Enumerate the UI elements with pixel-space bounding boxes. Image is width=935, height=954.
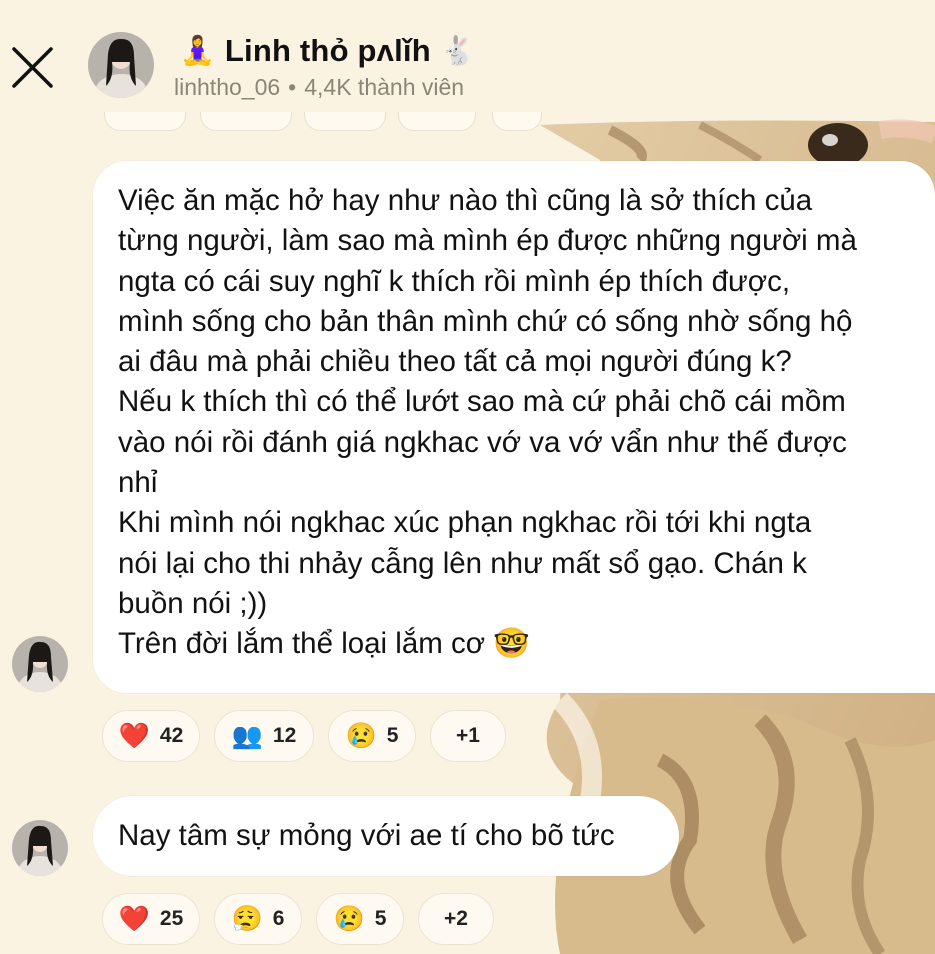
message-text: Việc ăn mặc hở hay như nào thì cũng là s…: [118, 184, 857, 661]
reaction-count: 42: [159, 724, 184, 747]
close-button[interactable]: [10, 44, 56, 90]
reaction-pill[interactable]: 😢 5: [316, 893, 404, 945]
crying-face-icon: 😢: [333, 904, 365, 933]
message-text: Nay tâm sự mỏng với ae tí cho bõ tức: [118, 819, 615, 852]
reaction-count: +2: [444, 907, 468, 930]
heart-icon: ❤️: [118, 721, 150, 750]
reaction-count: 5: [374, 907, 387, 930]
channel-title-row: 🧘‍♀️ Linh thỏ pʌlǐh 🐇: [180, 30, 476, 72]
channel-username: linhtho_06: [174, 74, 281, 100]
reaction-count: 6: [272, 907, 285, 930]
reaction-bar: ❤️ 25 😮‍💨 6 😢 5 +2: [102, 893, 494, 945]
reaction-count: 12: [272, 724, 297, 747]
rabbit-emoji-icon: 🐇: [440, 35, 476, 66]
reaction-pill[interactable]: 👥 12: [214, 710, 314, 762]
reaction-count: 25: [159, 907, 184, 930]
reaction-bar: ❤️ 42 👥 12 😢 5 +1: [102, 710, 506, 762]
reaction-count: +1: [456, 724, 480, 747]
separator-dot: •: [288, 74, 297, 100]
sender-avatar[interactable]: [12, 636, 68, 692]
member-count: 4,4K thành viên: [304, 74, 465, 100]
message-bubble[interactable]: Nay tâm sự mỏng với ae tí cho bõ tức: [93, 796, 679, 876]
meditation-emoji-icon: 🧘‍♀️: [180, 35, 215, 66]
reaction-pill[interactable]: 😮‍💨 6: [214, 893, 302, 945]
reaction-pill[interactable]: ❤️ 42: [102, 710, 200, 762]
reaction-pill[interactable]: ❤️ 25: [102, 893, 200, 945]
more-reactions-button[interactable]: +1: [430, 710, 506, 762]
crying-face-icon: 😢: [345, 721, 377, 750]
exhale-face-icon: 😮‍💨: [231, 904, 263, 933]
chat-header: 🧘‍♀️ Linh thỏ pʌlǐh 🐇 linhtho_06 • 4,4K …: [0, 0, 935, 112]
reaction-count: 5: [386, 724, 399, 747]
message-bubble[interactable]: Việc ăn mặc hở hay như nào thì cũng là s…: [93, 161, 935, 693]
reaction-pill[interactable]: 😢 5: [328, 710, 416, 762]
sender-avatar[interactable]: [12, 820, 68, 876]
heart-icon: ❤️: [118, 904, 150, 933]
channel-avatar[interactable]: [88, 32, 154, 98]
channel-subtitle: linhtho_06 • 4,4K thành viên: [174, 74, 464, 101]
people-icon: 👥: [231, 721, 263, 750]
channel-title[interactable]: Linh thỏ pʌlǐh: [225, 33, 431, 69]
close-icon: [12, 47, 53, 88]
more-reactions-button[interactable]: +2: [418, 893, 494, 945]
